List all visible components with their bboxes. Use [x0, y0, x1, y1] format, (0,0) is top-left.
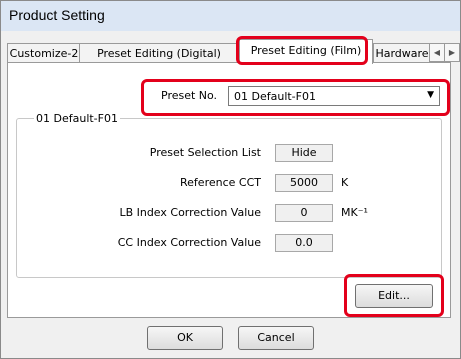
preset-group-box — [16, 118, 442, 278]
cancel-button-label: Cancel — [257, 331, 295, 344]
tab-scroll-right-icon[interactable]: ▶ — [444, 43, 460, 62]
tab-scroll-left-icon[interactable]: ◀ — [429, 43, 445, 62]
reference-cct-label: Reference CCT — [180, 176, 261, 189]
edit-button[interactable]: Edit... — [355, 284, 433, 308]
tab-label: Preset Editing (Film) — [250, 44, 362, 57]
tab-preset-editing-film[interactable]: Preset Editing (Film) — [239, 39, 373, 64]
ok-button-label: OK — [177, 331, 193, 344]
tab-label: Preset Editing (Digital) — [97, 47, 221, 60]
reference-cct-value: 5000 — [275, 174, 333, 192]
lb-index-correction-label: LB Index Correction Value — [119, 206, 261, 219]
tab-label: Hardware — [375, 47, 429, 60]
preset-no-label: Preset No. — [161, 89, 218, 102]
window-title: Product Setting — [9, 7, 105, 23]
tab-customize-2[interactable]: Customize-2 — [7, 43, 81, 63]
tab-hardware[interactable]: Hardware — [373, 43, 431, 63]
lb-index-correction-value: 0 — [275, 204, 333, 222]
cancel-button[interactable]: Cancel — [238, 326, 314, 350]
preset-selection-list-label: Preset Selection List — [149, 146, 261, 159]
preset-selected-value: 01 Default-F01 — [234, 90, 316, 103]
edit-button-label: Edit... — [378, 289, 410, 302]
chevron-left-icon: ◀ — [433, 48, 441, 57]
ok-button[interactable]: OK — [147, 326, 223, 350]
lb-index-correction-unit: MK⁻¹ — [341, 206, 368, 219]
cc-index-correction-value: 0.0 — [275, 234, 333, 252]
chevron-right-icon: ▶ — [448, 48, 456, 57]
reference-cct-unit: K — [341, 176, 349, 189]
tab-strip: Customize-2 Preset Editing (Digital) Pre… — [7, 39, 460, 64]
tab-label: Customize-2 — [9, 47, 79, 60]
preset-no-select[interactable]: 01 Default-F01 ▼ — [228, 86, 440, 106]
tab-preset-editing-digital[interactable]: Preset Editing (Digital) — [79, 43, 239, 63]
preset-selection-list-value: Hide — [275, 144, 333, 162]
chevron-down-icon: ▼ — [427, 90, 434, 100]
cc-index-correction-label: CC Index Correction Value — [117, 236, 261, 249]
group-title: 01 Default-F01 — [34, 112, 120, 125]
title-bar[interactable]: Product Setting — [1, 1, 460, 31]
